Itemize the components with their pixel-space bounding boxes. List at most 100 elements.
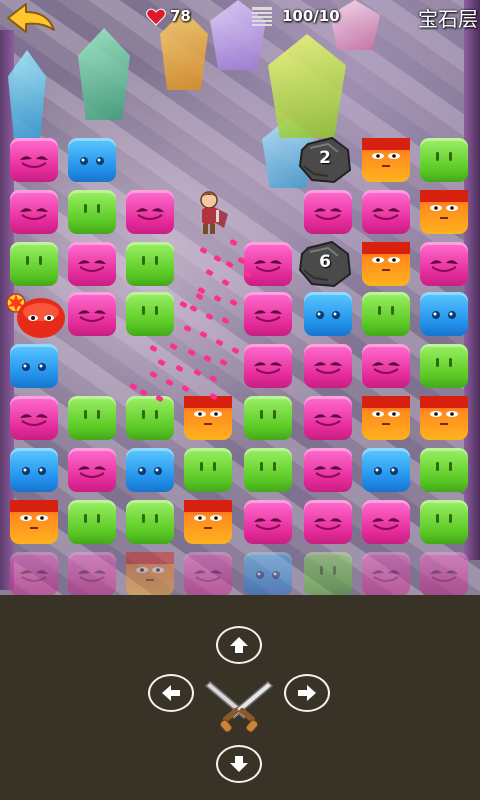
move-left-button[interactable] [148, 674, 194, 712]
pink-face-icon [78, 310, 106, 322]
orange-jelly-tile[interactable] [184, 500, 232, 544]
pink-face-icon [430, 570, 458, 582]
back-button[interactable] [2, 0, 58, 40]
orange-face-icon [10, 500, 58, 529]
pink-jelly-tile[interactable] [184, 552, 232, 596]
blue-face-icon [138, 467, 162, 475]
green-jelly-tile[interactable] [420, 344, 468, 388]
blue-jelly-tile[interactable] [244, 552, 292, 596]
pink-jelly-tile[interactable] [244, 292, 292, 336]
orange-jelly-tile[interactable] [420, 190, 468, 234]
pink-jelly-tile[interactable] [362, 190, 410, 234]
move-up-button[interactable] [216, 626, 262, 664]
orange-jelly-tile[interactable] [126, 552, 174, 596]
pink-jelly-tile[interactable] [420, 242, 468, 286]
pink-jelly-tile[interactable] [68, 448, 116, 492]
orange-jelly-tile[interactable] [362, 396, 410, 440]
green-jelly-tile[interactable] [420, 448, 468, 492]
orange-jelly-tile[interactable] [420, 396, 468, 440]
pink-jelly-tile[interactable] [304, 190, 352, 234]
green-jelly-tile[interactable] [68, 500, 116, 544]
blue-jelly-tile[interactable] [126, 448, 174, 492]
green-face-icon [260, 410, 276, 419]
pink-jelly-tile[interactable] [244, 344, 292, 388]
green-face-icon [84, 514, 100, 523]
pink-jelly-tile[interactable] [304, 344, 352, 388]
orange-jelly-tile[interactable] [10, 500, 58, 544]
green-jelly-tile[interactable] [68, 190, 116, 234]
pink-face-icon [314, 208, 342, 220]
blue-jelly-tile[interactable] [10, 344, 58, 388]
pink-jelly-tile[interactable] [68, 242, 116, 286]
green-jelly-tile[interactable] [126, 292, 174, 336]
blue-jelly-tile[interactable] [68, 138, 116, 182]
orange-jelly-tile[interactable] [362, 138, 410, 182]
pink-face-icon [136, 208, 164, 220]
green-face-icon [378, 306, 394, 315]
pink-jelly-tile[interactable] [304, 448, 352, 492]
green-jelly-tile[interactable] [304, 552, 352, 596]
green-face-icon [436, 462, 452, 471]
left-arrow-icon[interactable] [160, 683, 182, 703]
pink-jelly-tile[interactable] [10, 138, 58, 182]
pink-face-icon [314, 414, 342, 426]
pink-face-icon [254, 260, 282, 272]
green-face-icon [200, 462, 216, 471]
green-jelly-tile[interactable] [420, 138, 468, 182]
green-jelly-tile[interactable] [420, 500, 468, 544]
pink-face-icon [430, 260, 458, 272]
orange-face-icon [362, 396, 410, 425]
pink-face-icon [372, 570, 400, 582]
pink-jelly-tile[interactable] [362, 344, 410, 388]
blue-jelly-tile[interactable] [10, 448, 58, 492]
bomb-icon[interactable] [3, 290, 65, 340]
move-down-button[interactable] [216, 745, 262, 783]
green-jelly-tile[interactable] [126, 500, 174, 544]
blue-face-icon [256, 571, 280, 579]
right-arrow-icon[interactable] [296, 683, 318, 703]
blue-jelly-tile[interactable] [304, 292, 352, 336]
pink-jelly-tile[interactable] [10, 396, 58, 440]
green-jelly-tile[interactable] [68, 396, 116, 440]
blue-jelly-tile[interactable] [362, 448, 410, 492]
pink-jelly-tile[interactable] [10, 190, 58, 234]
crossed-swords-icon[interactable] [204, 676, 274, 736]
up-arrow-icon[interactable] [228, 635, 250, 655]
back-arrow-icon[interactable] [2, 0, 58, 40]
pink-jelly-tile[interactable] [244, 242, 292, 286]
green-jelly-tile[interactable] [126, 396, 174, 440]
green-face-icon [320, 566, 336, 575]
pink-jelly-tile[interactable] [362, 552, 410, 596]
steps-value: 100/10 [282, 7, 340, 25]
pink-jelly-tile[interactable] [304, 500, 352, 544]
pink-jelly-tile[interactable] [68, 552, 116, 596]
pink-jelly-tile[interactable] [10, 552, 58, 596]
green-jelly-tile[interactable] [244, 396, 292, 440]
pink-face-icon [254, 362, 282, 374]
green-jelly-tile[interactable] [10, 242, 58, 286]
pink-jelly-tile[interactable] [304, 396, 352, 440]
pink-face-icon [20, 156, 48, 168]
green-jelly-tile[interactable] [244, 448, 292, 492]
orange-jelly-tile[interactable] [184, 396, 232, 440]
pink-jelly-tile[interactable] [420, 552, 468, 596]
pink-jelly-tile[interactable] [126, 190, 174, 234]
pink-face-icon [372, 362, 400, 374]
pink-jelly-tile[interactable] [362, 500, 410, 544]
move-right-button[interactable] [284, 674, 330, 712]
green-face-icon [142, 256, 158, 265]
steps-icon [252, 7, 272, 26]
green-jelly-tile[interactable] [184, 448, 232, 492]
rock-obstacle[interactable]: 6 [298, 240, 352, 288]
pink-face-icon [78, 570, 106, 582]
blue-jelly-tile[interactable] [420, 292, 468, 336]
pink-jelly-tile[interactable] [68, 292, 116, 336]
pink-face-icon [20, 570, 48, 582]
orange-jelly-tile[interactable] [362, 242, 410, 286]
down-arrow-icon[interactable] [228, 754, 250, 774]
green-jelly-tile[interactable] [126, 242, 174, 286]
pink-face-icon [314, 466, 342, 478]
pink-jelly-tile[interactable] [244, 500, 292, 544]
green-jelly-tile[interactable] [362, 292, 410, 336]
rock-obstacle[interactable]: 2 [298, 136, 352, 184]
